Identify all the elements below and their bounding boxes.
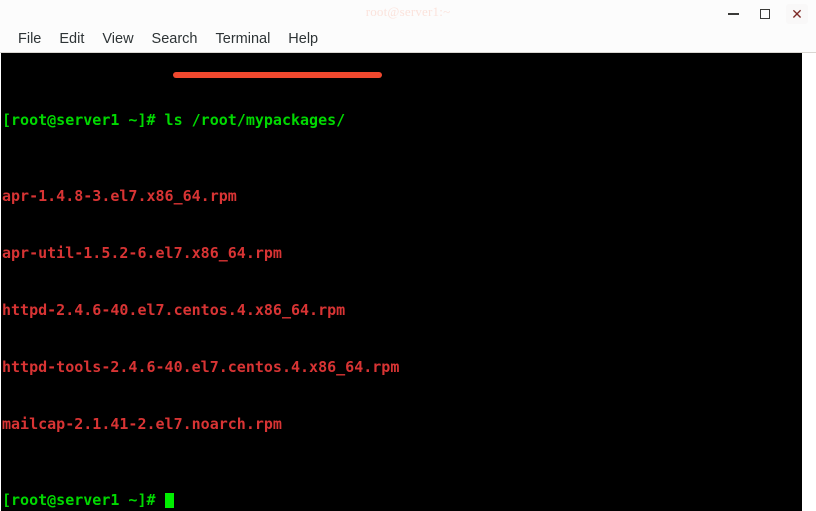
terminal-text: [root@server1 ~]# ls /root/mypackages/ a…	[2, 54, 399, 511]
terminal-window: root@server1:~ ✕ File Edit View Search T…	[0, 0, 816, 511]
minimize-icon	[727, 13, 739, 15]
window-title: root@server1:~	[365, 4, 451, 19]
red-underline-annotation	[173, 72, 382, 78]
shell-prompt: [root@server1 ~]#	[2, 111, 156, 129]
minimize-button[interactable]	[722, 4, 744, 24]
close-button[interactable]: ✕	[786, 4, 808, 24]
menu-item-search[interactable]: Search	[143, 27, 207, 52]
terminal-line-output: apr-util-1.5.2-6.el7.x86_64.rpm	[2, 244, 282, 262]
close-icon: ✕	[791, 6, 803, 22]
terminal-line-output: httpd-tools-2.4.6-40.el7.centos.4.x86_64…	[2, 358, 400, 376]
menu-item-edit[interactable]: Edit	[50, 27, 93, 52]
terminal-body: [root@server1 ~]# ls /root/mypackages/ a…	[0, 53, 816, 511]
menu-item-terminal[interactable]: Terminal	[207, 27, 280, 52]
terminal-line-output: httpd-2.4.6-40.el7.centos.4.x86_64.rpm	[2, 301, 346, 319]
menubar: File Edit View Search Terminal Help	[0, 27, 816, 53]
shell-prompt-final: [root@server1 ~]#	[2, 491, 165, 509]
maximize-button[interactable]	[754, 4, 776, 24]
titlebar[interactable]: root@server1:~ ✕	[0, 0, 816, 28]
shell-command: ls /root/mypackages/	[155, 111, 346, 129]
terminal-scrollbar-track[interactable]	[802, 53, 816, 511]
terminal-line-output: apr-1.4.8-3.el7.x86_64.rpm	[2, 187, 237, 205]
terminal-cursor	[164, 493, 174, 508]
menu-item-file[interactable]: File	[9, 27, 50, 52]
terminal-line-prompt: [root@server1 ~]#	[2, 491, 399, 510]
menu-item-view[interactable]: View	[93, 27, 142, 52]
maximize-icon	[760, 9, 770, 19]
terminal-line-output: mailcap-2.1.41-2.el7.noarch.rpm	[2, 415, 282, 433]
terminal-screen[interactable]: [root@server1 ~]# ls /root/mypackages/ a…	[1, 53, 802, 511]
terminal-line-command: [root@server1 ~]# ls /root/mypackages/	[2, 111, 399, 130]
menu-item-help[interactable]: Help	[279, 27, 327, 52]
